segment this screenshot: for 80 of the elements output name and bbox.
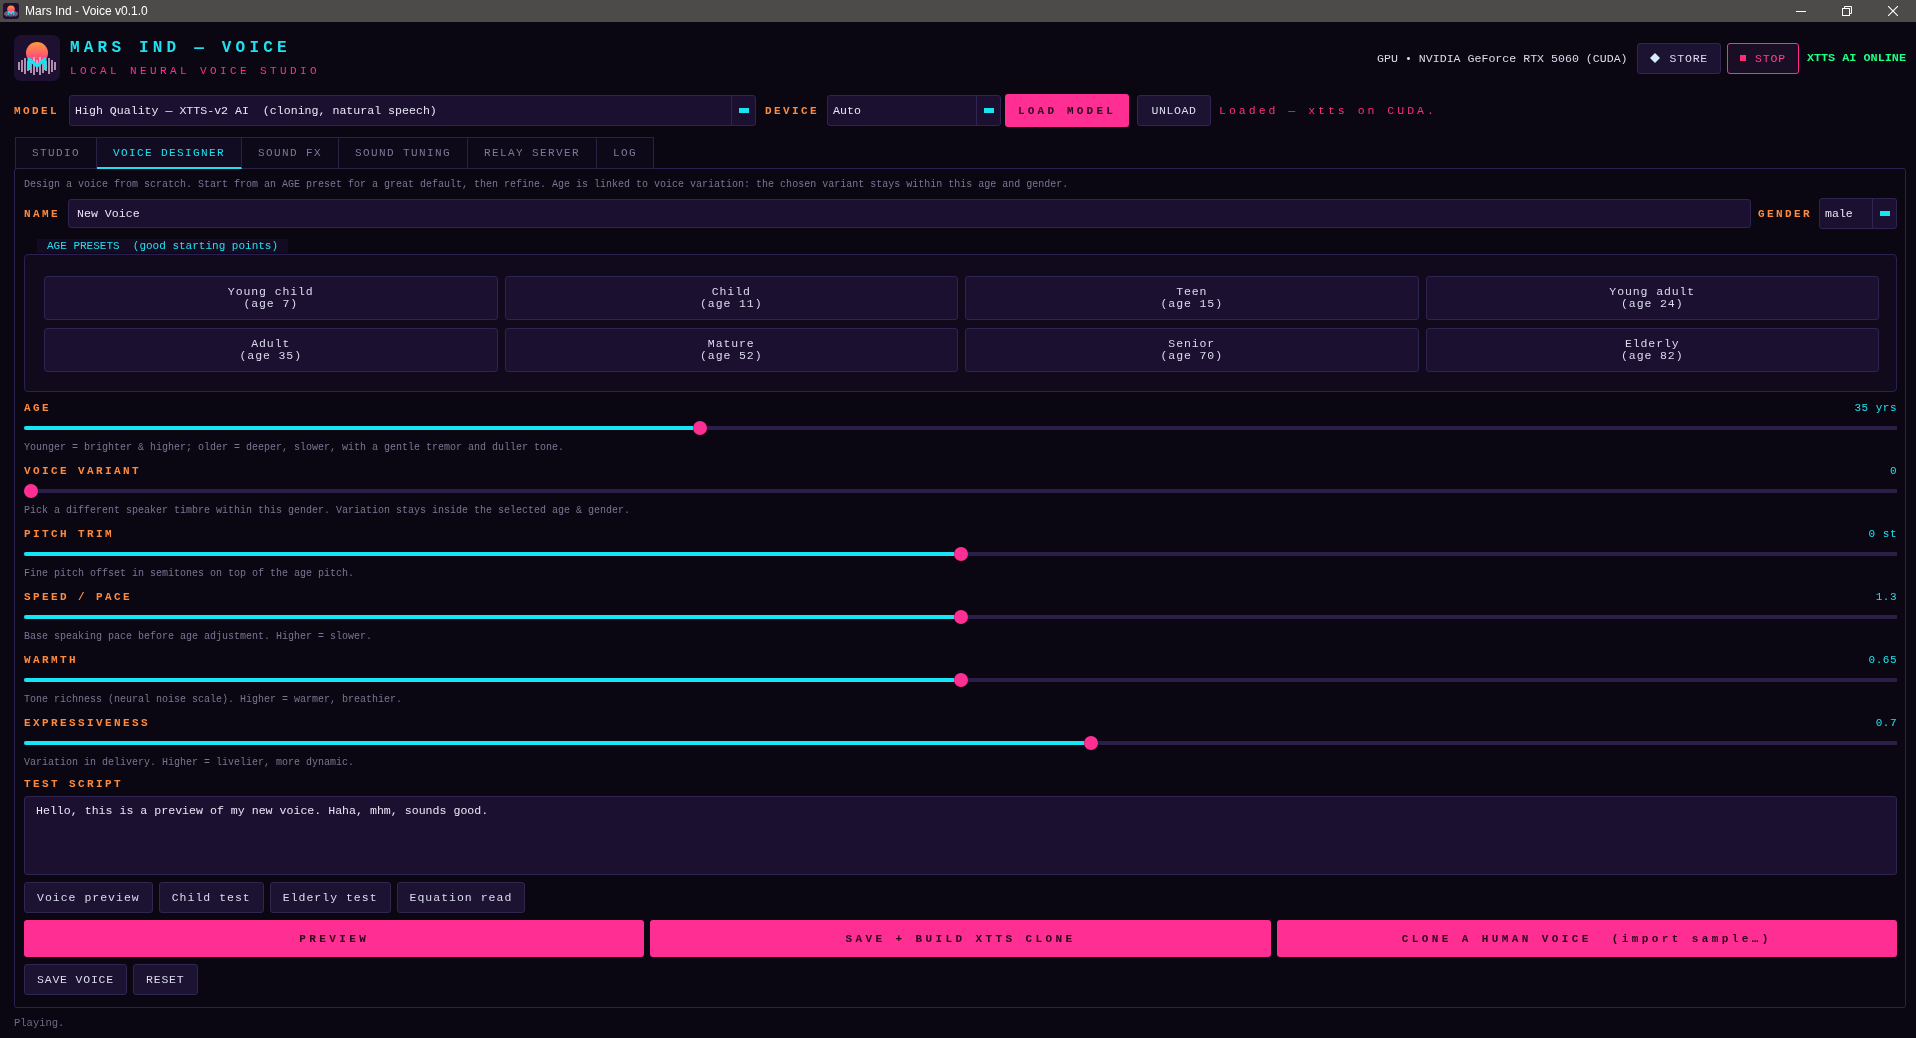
action-button[interactable]: PREVIEW — [24, 920, 645, 957]
window-title: Mars Ind - Voice v0.1.0 — [25, 4, 149, 18]
slider-thumb[interactable] — [953, 673, 968, 687]
preset-button[interactable]: Young adult (age 24) — [1425, 276, 1879, 320]
logo-icon — [14, 35, 60, 81]
preset-button[interactable]: Teen (age 15) — [965, 276, 1419, 320]
name-field[interactable]: New Voice — [68, 199, 1751, 228]
slider-value: 35 yrs — [1854, 402, 1897, 414]
tab[interactable]: SOUND TUNING — [339, 137, 469, 169]
gpu-label: GPU • NVIDIA GeForce RTX 5060 (CUDA) — [1377, 51, 1628, 65]
slider-value: 0.65 — [1868, 654, 1897, 666]
status-text: Playing. — [14, 1016, 66, 1030]
script-field[interactable]: Hello, this is a preview of my new voice. Haha, mhm, sounds good. — [24, 796, 1897, 875]
sample-button[interactable]: Child test — [158, 882, 264, 913]
device-label: DEVICE — [765, 104, 820, 117]
device-select[interactable]: Auto — [827, 95, 1002, 126]
tab[interactable]: RELAY SERVER — [468, 137, 598, 169]
slider-label: VOICE VARIANT — [24, 465, 141, 477]
stop-button[interactable]: STOP — [1727, 42, 1799, 74]
close-icon[interactable] — [1888, 6, 1898, 16]
action-button[interactable]: CLONE A HUMAN VOICE (import sample…) — [1276, 920, 1897, 957]
preset-button[interactable]: Senior (age 70) — [965, 328, 1419, 372]
presets-legend: AGE PRESETS (good starting points) — [37, 239, 289, 253]
slider-label: AGE — [24, 402, 51, 414]
slider-value: 0 st — [1868, 528, 1897, 540]
stop-icon — [1740, 55, 1747, 61]
slider-thumb[interactable] — [24, 484, 38, 498]
tab[interactable]: LOG — [597, 137, 655, 169]
slider-thumb[interactable] — [1083, 736, 1098, 750]
description-text: Design a voice from scratch. Start from an AGE preset for a great default, then refine. Age is linked to voice variation: the chosen variant stays within this age and gender. — [24, 178, 1070, 192]
slider-thumb[interactable] — [693, 421, 708, 435]
preset-button[interactable]: Child (age 11) — [504, 276, 958, 320]
model-label: MODEL — [14, 104, 59, 117]
engine-status: XTTS AI ONLINE — [1806, 51, 1906, 65]
gender-label: GENDER — [1758, 207, 1812, 220]
slider-value: 0 — [1889, 465, 1897, 477]
app-title: MARS IND — VOICE — [70, 38, 292, 58]
slider-thumb[interactable] — [953, 610, 968, 624]
dropdown-indicator-icon — [1879, 211, 1890, 216]
slider-hint: Fine pitch offset in semitones on top of the age pitch. — [24, 567, 356, 581]
sample-button[interactable]: Elderly test — [269, 882, 391, 913]
action-button[interactable]: SAVE + BUILD XTTS CLONE — [650, 920, 1271, 957]
slider-hint: Tone richness (neural noise scale). Higher = warmer, breathier. — [24, 693, 404, 707]
minimize-icon[interactable] — [1796, 10, 1806, 12]
slider-hint: Younger = brighter & higher; older = deeper, slower, with a gentle tremor and duller tone. — [24, 441, 566, 455]
diamond-icon — [1649, 53, 1660, 63]
gender-select[interactable]: male — [1819, 198, 1897, 229]
slider-label: WARMTH — [24, 654, 78, 666]
slider-hint: Variation in delivery. Higher = livelier, more dynamic. — [24, 756, 356, 770]
restore-icon[interactable] — [1842, 6, 1852, 16]
tab[interactable]: SOUND FX — [242, 137, 340, 169]
dropdown-indicator-icon — [738, 108, 749, 113]
model-status: Loaded — xtts on CUDA. — [1219, 104, 1437, 117]
logo-icon — [3, 3, 19, 19]
tab[interactable]: VOICE DESIGNER — [97, 137, 243, 169]
voice-file-button[interactable]: RESET — [133, 964, 198, 995]
app-subtitle: LOCAL NEURAL VOICE STUDIO — [70, 64, 321, 78]
name-label: NAME — [24, 207, 60, 220]
slider-value: 0.7 — [1875, 717, 1897, 729]
slider-hint: Base speaking pace before age adjustment. Higher = slower. — [24, 630, 374, 644]
slider-label: EXPRESSIVENESS — [24, 717, 150, 729]
preset-button[interactable]: Elderly (age 82) — [1425, 328, 1879, 372]
load-model-button[interactable]: LOAD MODEL — [1005, 94, 1130, 127]
slider-hint: Pick a different speaker timbre within this gender. Variation stays inside the selected age & gender. — [24, 504, 632, 518]
sample-button[interactable]: Voice preview — [24, 882, 153, 913]
preset-button[interactable]: Young child (age 7) — [44, 276, 498, 320]
slider-label: PITCH TRIM — [24, 528, 114, 540]
slider-thumb[interactable] — [953, 547, 968, 561]
preset-button[interactable]: Adult (age 35) — [44, 328, 498, 372]
dropdown-indicator-icon — [983, 108, 994, 113]
tab[interactable]: STUDIO — [15, 137, 97, 169]
script-label: TEST SCRIPT — [24, 777, 124, 791]
unload-button[interactable]: UNLOAD — [1137, 95, 1212, 126]
preset-button[interactable]: Mature (age 52) — [504, 328, 958, 372]
slider-label: SPEED / PACE — [24, 591, 132, 603]
store-button[interactable]: STORE — [1636, 42, 1722, 74]
model-select[interactable]: High Quality — XTTS-v2 AI (cloning, natural speech) — [69, 95, 756, 126]
slider-value: 1.3 — [1875, 591, 1897, 603]
voice-file-button[interactable]: SAVE VOICE — [24, 964, 127, 995]
sample-button[interactable]: Equation read — [396, 882, 526, 913]
